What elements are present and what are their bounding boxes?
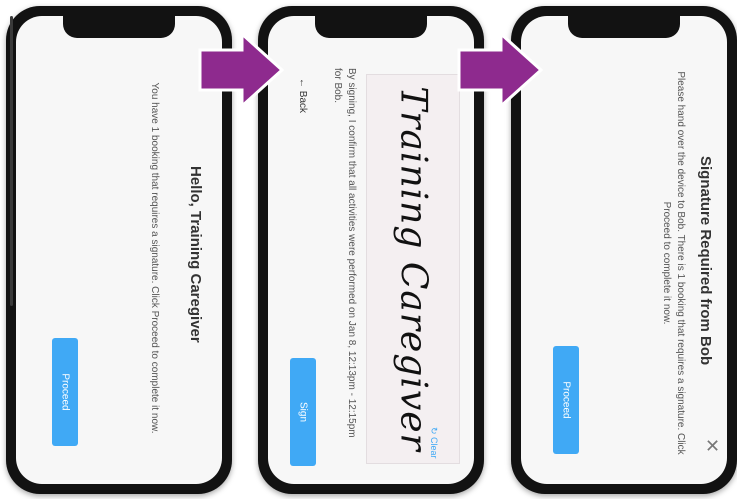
refresh-icon: ↻ [429,427,439,438]
proceed-button[interactable]: Proceed [553,346,579,454]
signature-pad[interactable]: Training Caregiver ↻ Clear [366,74,460,464]
welcome-message: You have 1 booking that requires a signa… [149,82,160,434]
welcome-title: Hello, Training Caregiver [187,166,204,343]
proceed-button-label: Proceed [560,381,572,419]
clear-button[interactable]: ↻ Clear [428,427,439,459]
sign-button[interactable]: Sign [290,358,316,466]
confirmation-text: By signing, I confirm that all activitie… [332,68,357,438]
proceed-button-label: Proceed [59,373,71,411]
signature-screen: By signing, I confirm that all activitie… [268,16,474,484]
clear-label: Clear [429,437,439,459]
back-arrow-icon: ← [297,78,308,91]
phone-notch [63,16,175,38]
sign-button-label: Sign [297,401,309,423]
phone-notch [568,16,680,38]
proceed-button[interactable]: Proceed [52,338,78,446]
phone-frame-2: By signing, I confirm that all activitie… [258,6,484,494]
back-label: Back [297,90,308,114]
phone-notch [315,16,427,38]
welcome-screen: Hello, Training Caregiver You have 1 boo… [16,16,222,484]
next-step-arrow-1 [198,32,284,108]
back-link[interactable]: ← Back [297,78,308,113]
edge-highlight [10,16,13,306]
handover-message: Please hand over the device to Bob. Ther… [661,71,686,455]
handover-screen: Signature Required from Bob Please hand … [521,16,727,484]
signature-drawing: Training Caregiver [392,86,434,452]
close-icon[interactable]: ✕ [705,436,720,457]
phone-frame-3: Signature Required from Bob Please hand … [511,6,737,494]
handover-title: Signature Required from Bob [697,156,714,366]
next-step-arrow-2 [457,32,543,108]
